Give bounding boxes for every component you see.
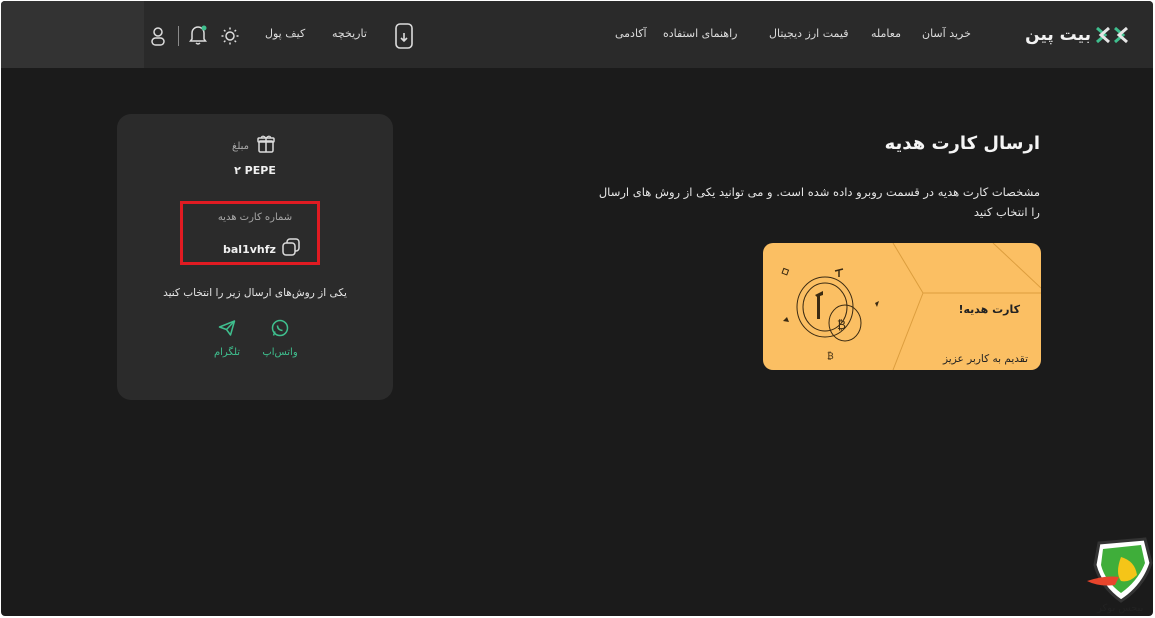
user-icon[interactable] bbox=[149, 25, 167, 47]
header-divider bbox=[178, 26, 179, 46]
telegram-label: تلگرام bbox=[213, 347, 241, 358]
nav-item-guide[interactable]: راهنمای استفاده bbox=[663, 27, 737, 40]
logo[interactable]: بیت پین bbox=[1025, 23, 1131, 47]
notification-bell-icon[interactable] bbox=[188, 24, 208, 46]
nav-item-academy[interactable]: آکادمی bbox=[615, 27, 647, 40]
gift-box-icon bbox=[257, 135, 275, 157]
header-left-block bbox=[1, 1, 144, 68]
logo-text: بیت پین bbox=[1025, 25, 1091, 45]
nav-item-crypto-price[interactable]: قیمت ارز دیجیتال bbox=[769, 27, 848, 40]
svg-text:₿: ₿ bbox=[837, 318, 846, 332]
gift-card-title: کارت هدیه! bbox=[958, 303, 1020, 316]
page-description: مشخصات کارت هدیه در قسمت روبرو داده شده … bbox=[598, 185, 1040, 219]
amount-label: مبلغ bbox=[232, 140, 250, 152]
download-app-icon[interactable] bbox=[393, 23, 415, 49]
nav-item-easy-buy[interactable]: خرید آسان bbox=[922, 27, 971, 40]
history-link[interactable]: تاریخچه bbox=[332, 27, 367, 40]
amount-label-row: مبلغ bbox=[232, 135, 275, 157]
watermark-text: بیجس بوکر bbox=[1097, 603, 1144, 614]
share-prompt: یکی از روش‌های ارسال زیر را انتخاب کنید bbox=[163, 287, 347, 299]
highlight-box bbox=[180, 201, 320, 265]
top-header: بیت پین خرید آسان معامله قیمت ارز دیجیتا… bbox=[1, 1, 1153, 68]
whatsapp-label: واتس‌اپ bbox=[262, 347, 298, 358]
gift-card-image: ₿ ₿ کارت هدیه! تقدیم به کاربر عزیز bbox=[763, 243, 1041, 370]
gift-detail-card: مبلغ ۲ PEPE شماره کارت هدیه bal1vhfz یکی… bbox=[117, 114, 393, 400]
whatsapp-icon bbox=[271, 319, 289, 341]
app-window: بیت پین خرید آسان معامله قیمت ارز دیجیتا… bbox=[1, 1, 1153, 616]
logo-mark-icon bbox=[1095, 26, 1131, 44]
amount-value: ۲ PEPE bbox=[234, 164, 276, 177]
share-whatsapp-button[interactable]: واتس‌اپ bbox=[250, 319, 310, 358]
share-telegram-button[interactable]: تلگرام bbox=[197, 319, 257, 358]
page-title: ارسال کارت هدیه bbox=[884, 133, 1040, 154]
wallet-link[interactable]: کیف پول bbox=[265, 27, 305, 40]
gift-card-subtitle: تقدیم به کاربر عزیز bbox=[943, 353, 1028, 365]
telegram-icon bbox=[218, 320, 236, 341]
theme-sun-icon[interactable] bbox=[220, 26, 240, 46]
svg-text:₿: ₿ bbox=[827, 351, 834, 362]
nav-item-trade[interactable]: معامله bbox=[871, 27, 901, 40]
